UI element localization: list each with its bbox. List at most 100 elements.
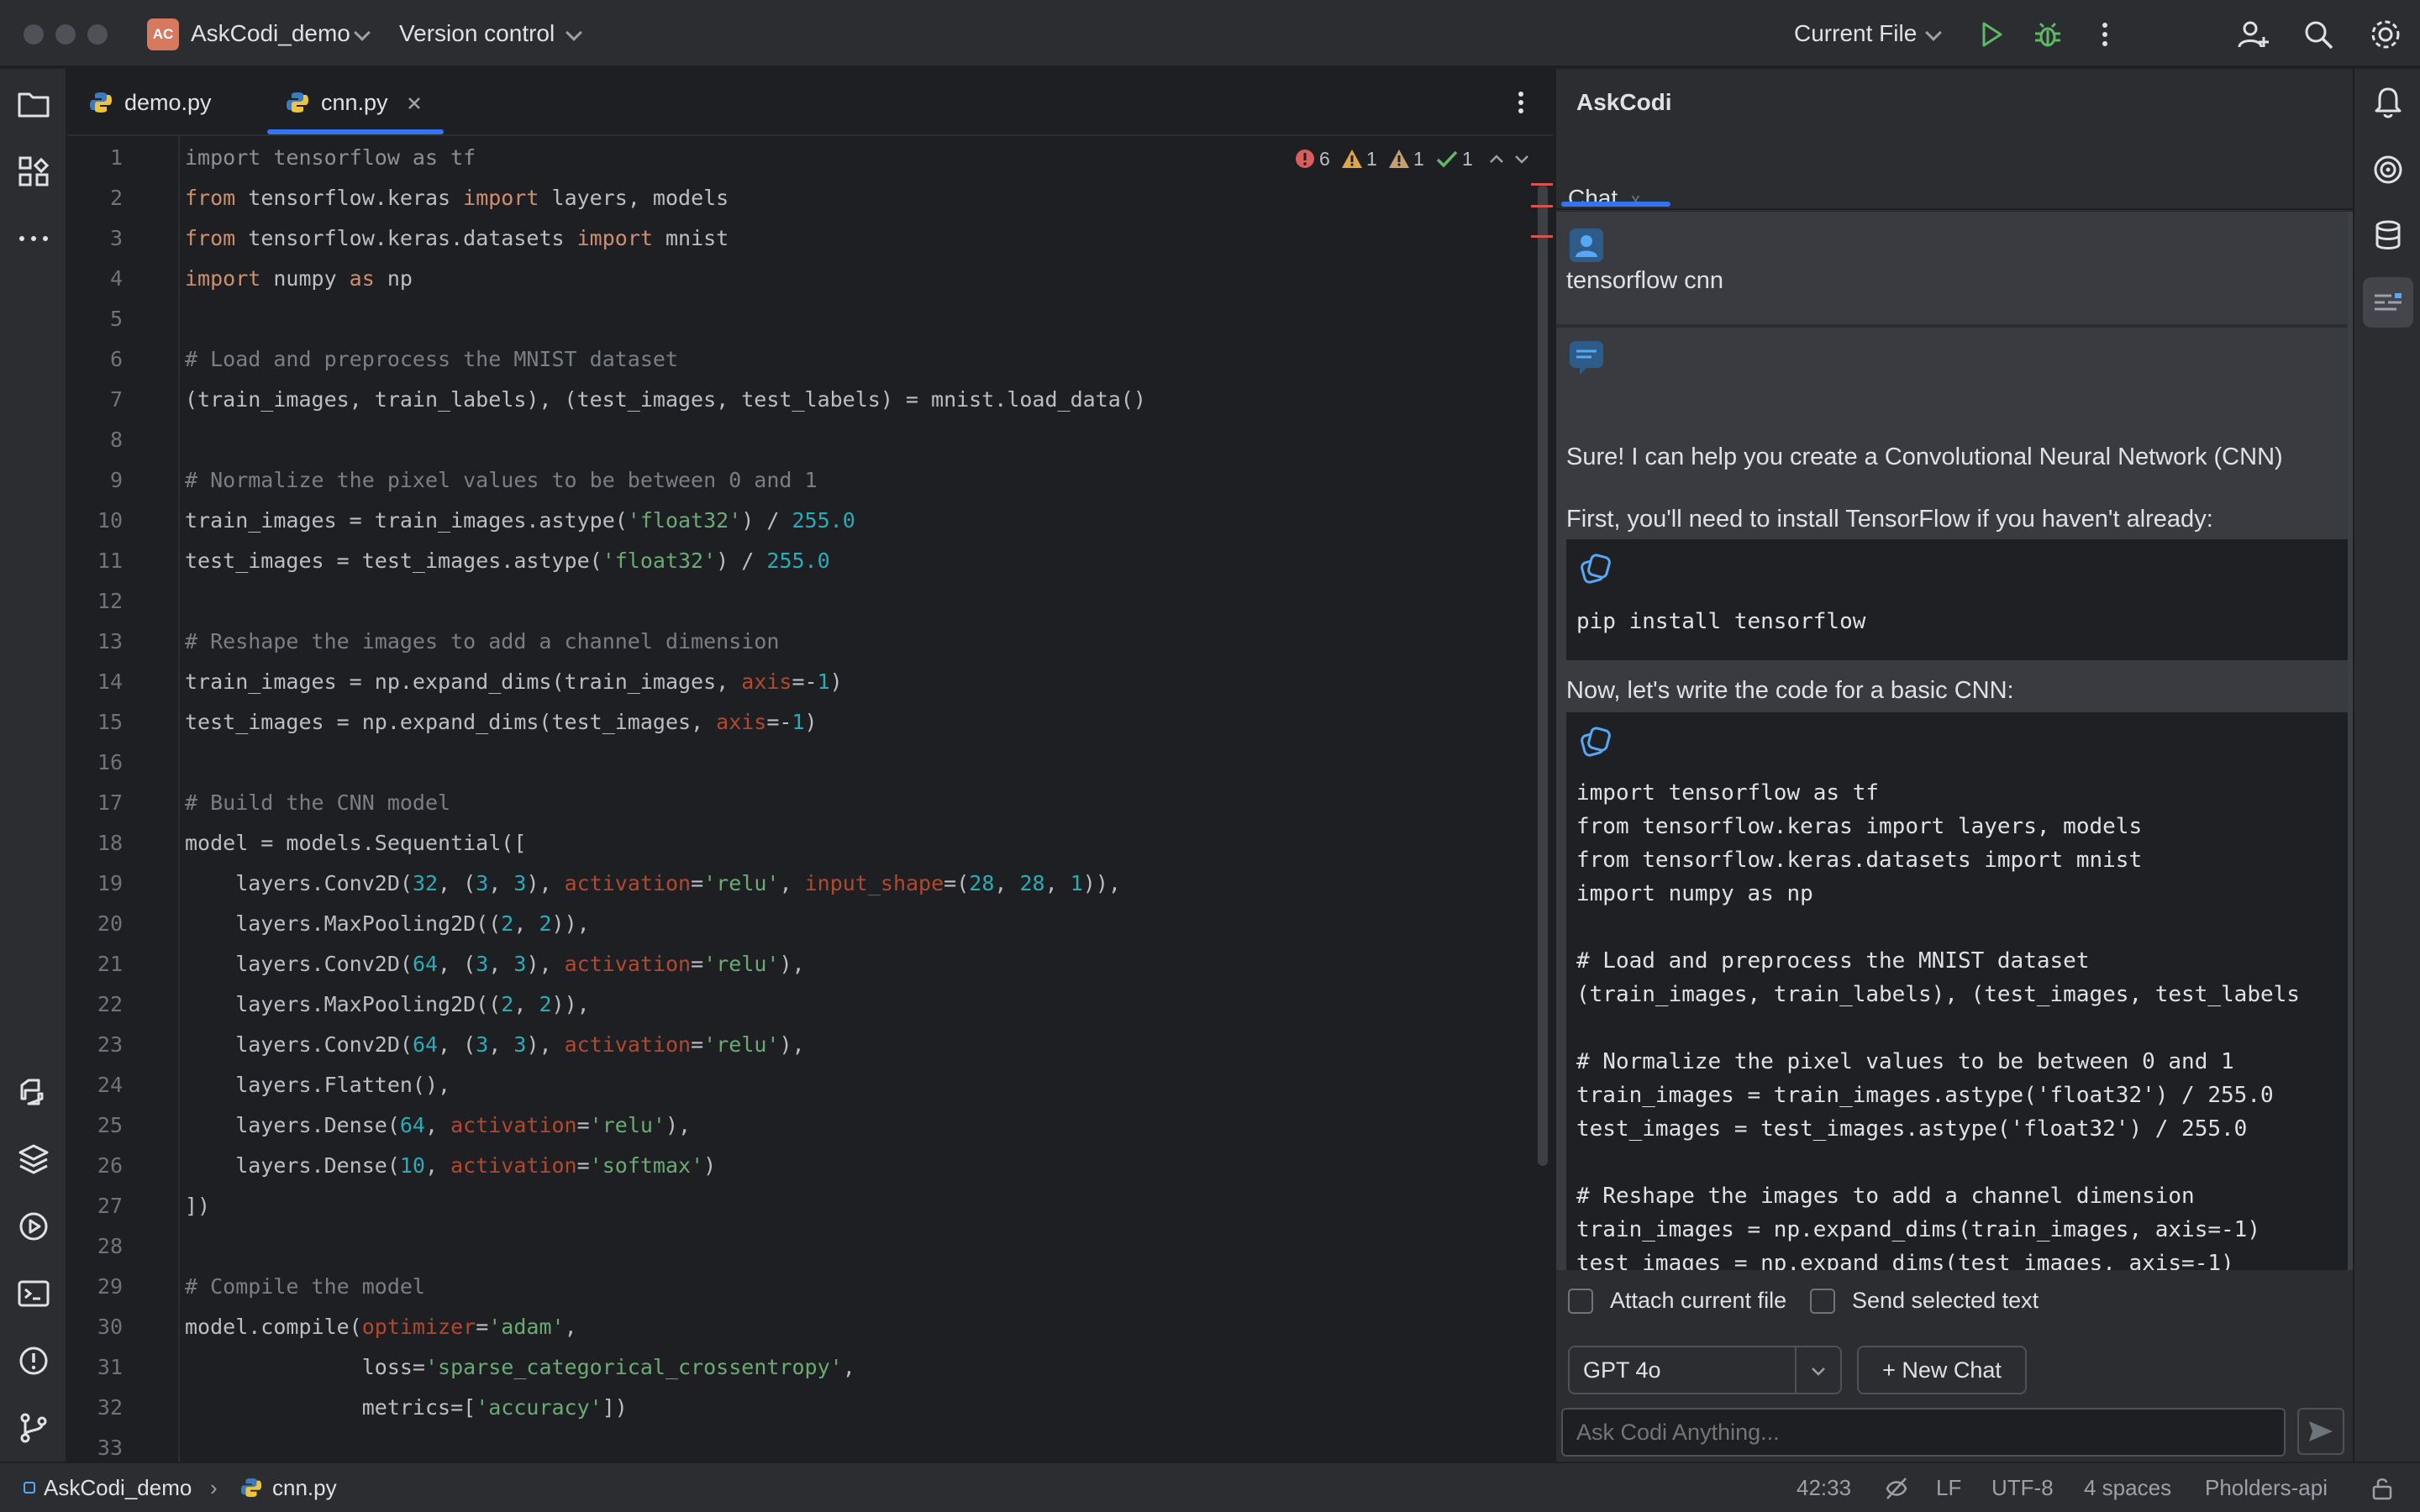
code-line[interactable]: 31 loss='sparse_categorical_crossentropy…	[67, 1349, 1496, 1386]
code-line[interactable]: 11 test_images = test_images.astype('floa…	[67, 543, 1496, 580]
send-selected-text-label[interactable]: Send selected text	[1852, 1284, 2039, 1317]
model-select[interactable]: GPT 4o	[1568, 1346, 1842, 1394]
python-console-icon[interactable]	[15, 1074, 52, 1110]
debug-icon[interactable]	[2030, 17, 2065, 52]
code-line[interactable]: 26 layers.Dense(10, activation='softmax'…	[67, 1147, 1496, 1184]
code-editor[interactable]: 1 import tensorflow as tf 2 from tensorflow…	[67, 136, 1553, 1462]
code-line[interactable]: 29 # Compile the model	[67, 1268, 1496, 1305]
search-icon[interactable]	[2301, 17, 2336, 52]
caret-position[interactable]: 42:33	[1797, 1463, 1851, 1512]
database-icon[interactable]	[2370, 217, 2407, 254]
copy-code-icon[interactable]	[1576, 724, 1613, 761]
error-stripe-marker[interactable]	[1531, 205, 1553, 207]
services-icon[interactable]	[15, 1208, 52, 1245]
code-line[interactable]: 23 layers.Conv2D(64, (3, 3), activation=…	[67, 1026, 1496, 1063]
askcodi-tool-button[interactable]	[2363, 277, 2413, 328]
code-line[interactable]: 33	[67, 1430, 1496, 1462]
close-tab-icon[interactable]	[405, 94, 424, 113]
file-encoding[interactable]: UTF-8	[1991, 1463, 2054, 1512]
typo-count[interactable]: 1	[1462, 136, 1473, 181]
indent-setting[interactable]: 4 spaces	[2084, 1463, 2171, 1512]
attach-current-file-label[interactable]: Attach current file	[1610, 1284, 1786, 1317]
ai-assistant-icon[interactable]	[2370, 151, 2407, 188]
code-line[interactable]: 25 layers.Dense(64, activation='relu'),	[67, 1107, 1496, 1144]
chat-history[interactable]: tensorflow cnn Sure! I can help you crea…	[1556, 212, 2354, 1270]
code-line[interactable]: 16	[67, 744, 1496, 781]
chat-tab-close[interactable]: x	[1631, 189, 1640, 210]
problems-icon[interactable]	[15, 1342, 52, 1379]
python-packages-icon[interactable]	[15, 1141, 52, 1178]
code-line[interactable]: 19 layers.Conv2D(32, (3, 3), activation=…	[67, 865, 1496, 902]
code-line[interactable]: 15 test_images = np.expand_dims(test_imag…	[67, 704, 1496, 741]
code-line[interactable]: 4 import numpy as np	[67, 260, 1496, 297]
code-line[interactable]: 21 layers.Conv2D(64, (3, 3), activation=…	[67, 946, 1496, 983]
code-line[interactable]: 24 layers.Flatten(),	[67, 1067, 1496, 1104]
more-vertical-icon[interactable]	[2087, 17, 2123, 52]
line-number: 15	[97, 710, 123, 734]
new-chat-button[interactable]: + New Chat	[1857, 1346, 2027, 1394]
tab-demo-py[interactable]: demo.py	[124, 69, 212, 136]
send-selected-text-checkbox[interactable]	[1810, 1289, 1835, 1314]
code-line[interactable]: 17 # Build the CNN model	[67, 785, 1496, 822]
error-stripe-marker[interactable]	[1531, 235, 1553, 238]
version-control-menu[interactable]: Version control	[399, 0, 555, 67]
chevron-down-icon	[354, 24, 371, 41]
run-configuration-selector[interactable]: Current File	[1794, 0, 1917, 67]
previous-highlight-icon[interactable]	[1487, 150, 1506, 168]
breadcrumb-file[interactable]: cnn.py	[272, 1463, 337, 1512]
code-line[interactable]: 14 train_images = np.expand_dims(train_im…	[67, 664, 1496, 701]
code-line[interactable]: 20 layers.MaxPooling2D((2, 2)),	[67, 906, 1496, 942]
code-line[interactable]: 7 (train_images, train_labels), (test_ima…	[67, 381, 1496, 418]
copy-code-icon[interactable]	[1576, 551, 1613, 588]
code-line[interactable]: 9 # Normalize the pixel values to be betw…	[67, 462, 1496, 499]
run-icon[interactable]	[1974, 17, 2009, 52]
code-line[interactable]: 27])	[67, 1188, 1496, 1225]
window-minimize-button[interactable]	[55, 24, 76, 45]
editor-vertical-scrollbar[interactable]	[1538, 185, 1548, 1166]
attach-current-file-checkbox[interactable]	[1568, 1289, 1593, 1314]
git-branch-icon[interactable]	[15, 1410, 52, 1446]
ai-disabled-icon[interactable]	[1884, 1477, 1909, 1500]
project-folder-icon[interactable]	[15, 86, 52, 123]
terminal-icon[interactable]	[15, 1275, 52, 1312]
unlock-icon[interactable]	[2371, 1477, 2393, 1500]
code-line[interactable]: 30 model.compile(optimizer='adam',	[67, 1309, 1496, 1346]
code-block-line: train_images = train_images.astype('floa…	[1576, 1083, 2274, 1108]
code-line[interactable]: 10 train_images = train_images.astype('fl…	[67, 502, 1496, 539]
project-switcher[interactable]: AskCodi_demo	[191, 0, 350, 67]
breadcrumb-project[interactable]: AskCodi_demo	[44, 1463, 192, 1512]
send-button[interactable]	[2297, 1408, 2344, 1455]
window-zoom-button[interactable]	[87, 24, 108, 45]
code-line[interactable]: 8	[67, 422, 1496, 459]
tab-actions-more-icon[interactable]	[1504, 86, 1538, 119]
code-line[interactable]: 22 layers.MaxPooling2D((2, 2)),	[67, 986, 1496, 1023]
notifications-bell-icon[interactable]	[2370, 84, 2407, 121]
line-separator[interactable]: LF	[1936, 1463, 1961, 1512]
code-line[interactable]: 5	[67, 301, 1496, 338]
line-number: 18	[97, 831, 123, 855]
python-interpreter[interactable]: Pholders-api	[2205, 1463, 2328, 1512]
next-highlight-icon[interactable]	[1512, 150, 1531, 168]
code-line[interactable]: 18 model = models.Sequential([	[67, 825, 1496, 862]
add-user-icon[interactable]	[2235, 17, 2270, 52]
code-line[interactable]: 13 # Reshape the images to add a channel …	[67, 623, 1496, 660]
code-line[interactable]: 28	[67, 1228, 1496, 1265]
more-tools-icon[interactable]	[15, 220, 52, 257]
settings-gear-icon[interactable]	[2368, 17, 2403, 52]
window-close-button[interactable]	[24, 24, 44, 45]
code-line[interactable]: 2 from tensorflow.keras import layers, mo…	[67, 180, 1496, 217]
code-line[interactable]: 12	[67, 583, 1496, 620]
code-line[interactable]: 1 import tensorflow as tf	[67, 139, 1496, 176]
code-line[interactable]: 6 # Load and preprocess the MNIST dataset	[67, 341, 1496, 378]
error-count[interactable]: 6	[1319, 136, 1330, 181]
warning-count[interactable]: 1	[1366, 136, 1377, 181]
structure-icon[interactable]	[15, 153, 52, 190]
code-block-line: import tensorflow as tf	[1576, 780, 1880, 806]
line-number: 28	[97, 1234, 123, 1258]
ask-codi-input[interactable]	[1561, 1408, 2286, 1457]
tab-cnn-py[interactable]: cnn.py	[321, 69, 388, 136]
error-stripe-marker[interactable]	[1531, 183, 1553, 186]
weak-warning-count[interactable]: 1	[1413, 136, 1424, 181]
code-line[interactable]: 32 metrics=['accuracy'])	[67, 1389, 1496, 1426]
code-line[interactable]: 3 from tensorflow.keras.datasets import m…	[67, 220, 1496, 257]
